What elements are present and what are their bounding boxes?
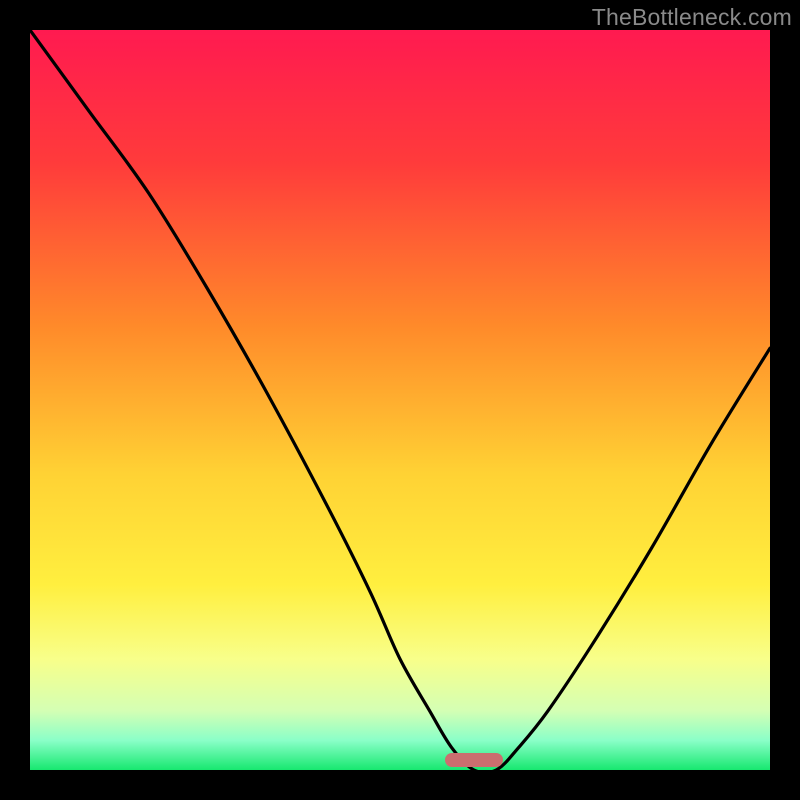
optimum-marker	[445, 753, 503, 767]
chart-frame: TheBottleneck.com	[0, 0, 800, 800]
watermark-text: TheBottleneck.com	[592, 4, 792, 31]
bottleneck-curve	[30, 30, 770, 770]
plot-area	[30, 30, 770, 770]
